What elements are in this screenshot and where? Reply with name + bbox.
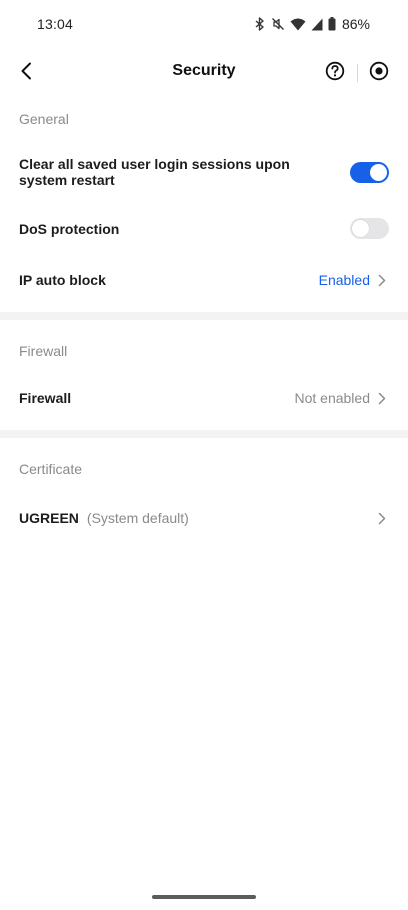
certificate-default-note: (System default)	[86, 510, 189, 526]
record-button[interactable]	[366, 60, 392, 86]
ip-auto-block-label: IP auto block	[19, 272, 106, 288]
app-header: Security	[0, 48, 408, 98]
dos-protection-toggle[interactable]	[350, 218, 389, 239]
ip-auto-block-value: Enabled	[318, 272, 370, 288]
firewall-value: Not enabled	[294, 390, 370, 406]
battery-percentage: 86%	[341, 16, 370, 32]
chevron-right-icon	[376, 511, 388, 525]
section-label-general: General	[19, 111, 69, 127]
status-bar: 13:04 86%	[0, 0, 408, 48]
toggle-knob	[352, 220, 369, 237]
chevron-right-icon	[376, 273, 388, 287]
section-label-certificate: Certificate	[19, 461, 83, 477]
wifi-icon	[290, 18, 306, 31]
home-indicator[interactable]	[152, 895, 256, 899]
certificate-label: UGREEN (System default)	[19, 510, 189, 526]
battery-icon	[328, 17, 336, 31]
certificate-name: UGREEN	[19, 510, 79, 526]
dos-protection-label: DoS protection	[19, 221, 120, 237]
signal-icon	[311, 18, 323, 31]
section-label-firewall: Firewall	[19, 343, 68, 359]
status-icons: 86%	[254, 15, 370, 33]
status-time: 13:04	[37, 16, 74, 32]
bluetooth-icon	[254, 17, 266, 31]
chevron-right-icon	[376, 391, 388, 405]
record-icon	[369, 61, 389, 86]
toggle-knob	[370, 164, 387, 181]
section-separator	[0, 430, 408, 438]
header-divider	[357, 64, 358, 82]
help-button[interactable]	[322, 60, 348, 86]
mute-icon	[271, 17, 285, 31]
firewall-label: Firewall	[19, 390, 72, 406]
help-icon	[325, 61, 345, 86]
section-separator	[0, 312, 408, 320]
clear-sessions-toggle[interactable]	[350, 162, 389, 183]
clear-sessions-label: Clear all saved user login sessions upon…	[19, 156, 290, 188]
